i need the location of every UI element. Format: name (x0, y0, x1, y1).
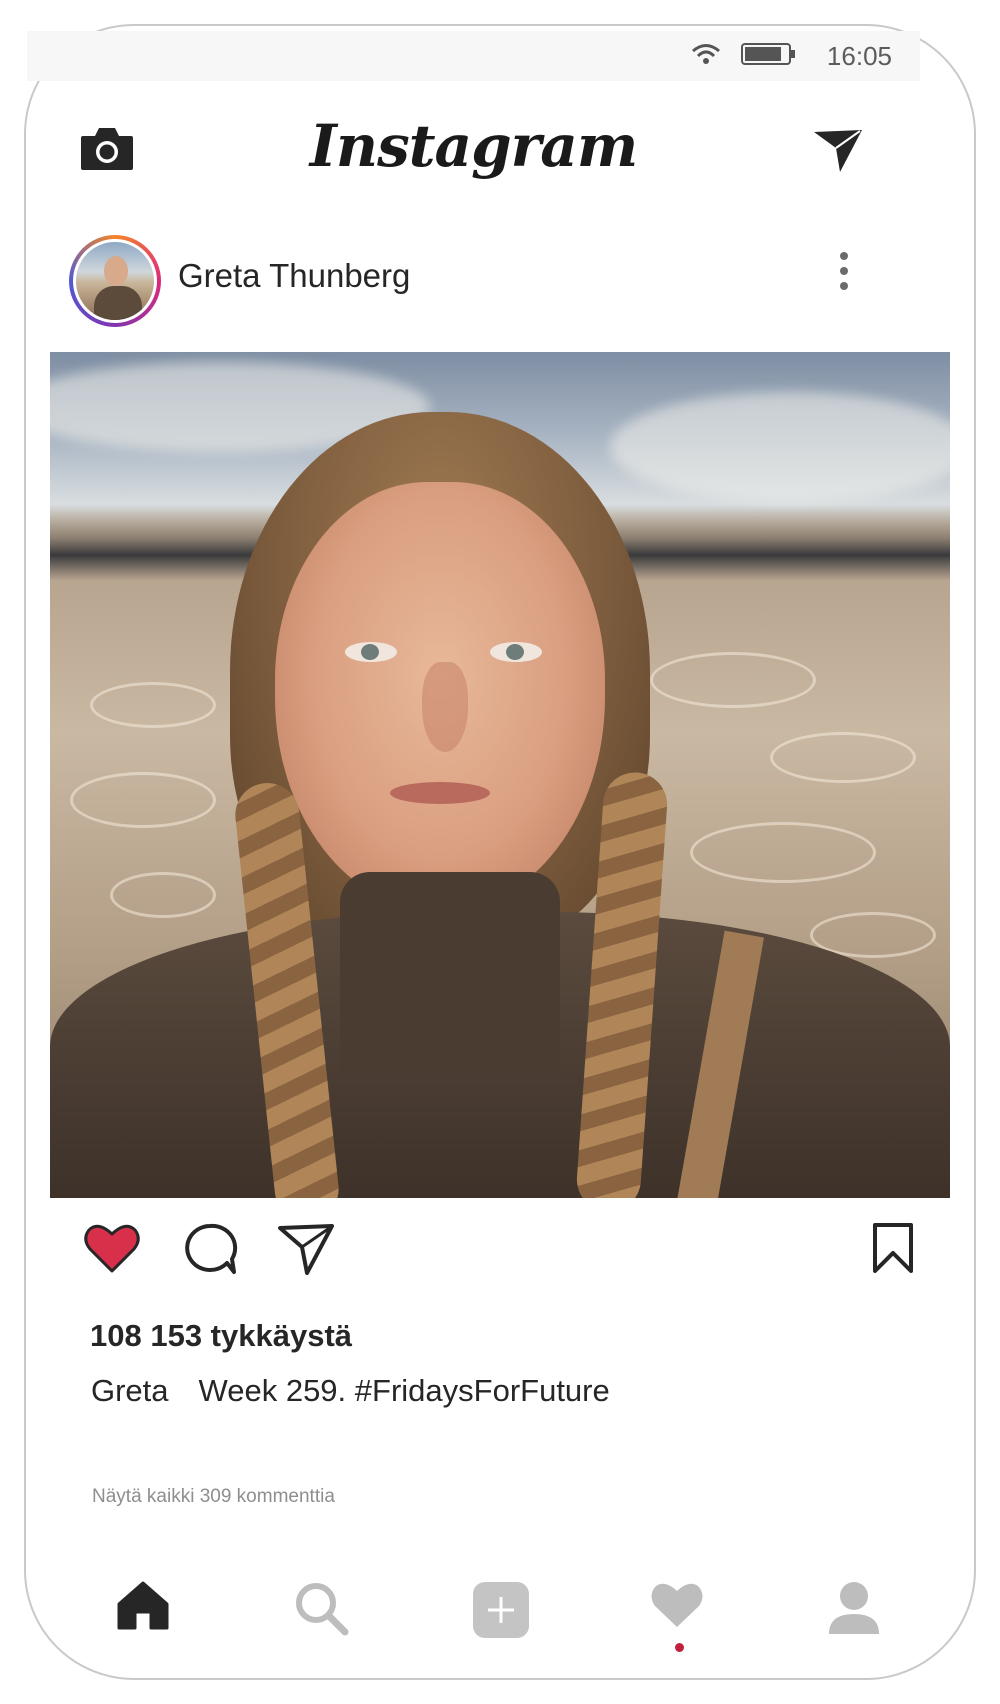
post-caption: Greta Week 259. #FridaysForFuture (91, 1373, 610, 1409)
search-icon[interactable] (293, 1580, 349, 1641)
activity-icon[interactable] (649, 1580, 705, 1635)
share-icon[interactable] (277, 1222, 335, 1281)
wifi-icon (691, 43, 721, 70)
more-options-icon[interactable] (838, 245, 850, 290)
view-comments-link[interactable]: Näytä kaikki 309 kommenttia (92, 1486, 335, 1508)
post-username[interactable]: Greta Thunberg (178, 257, 410, 295)
heart-icon[interactable] (83, 1222, 141, 1279)
avatar-image (73, 239, 157, 323)
home-icon[interactable] (115, 1580, 171, 1637)
top-bar: Instagram (27, 100, 920, 210)
instagram-logo: Instagram (309, 112, 638, 180)
caption-username[interactable]: Greta (91, 1373, 169, 1408)
avatar[interactable] (69, 235, 161, 327)
caption-text: Week 259. #FridaysForFuture (198, 1373, 610, 1408)
post-image[interactable] (50, 352, 950, 1198)
notification-dot (675, 1643, 684, 1652)
status-time: 16:05 (826, 40, 892, 71)
bottom-nav (27, 1560, 920, 1660)
direct-send-icon[interactable] (812, 126, 864, 179)
comment-icon[interactable] (182, 1222, 238, 1281)
profile-icon[interactable] (827, 1580, 881, 1641)
likes-count[interactable]: 108 153 tykkäystä (90, 1318, 352, 1354)
post-actions (27, 1222, 920, 1302)
status-bar: 16:05 (27, 31, 920, 81)
add-post-icon[interactable] (471, 1580, 531, 1645)
bookmark-icon[interactable] (872, 1222, 914, 1279)
battery-icon (740, 42, 797, 71)
post-header: Greta Thunberg (27, 235, 920, 335)
